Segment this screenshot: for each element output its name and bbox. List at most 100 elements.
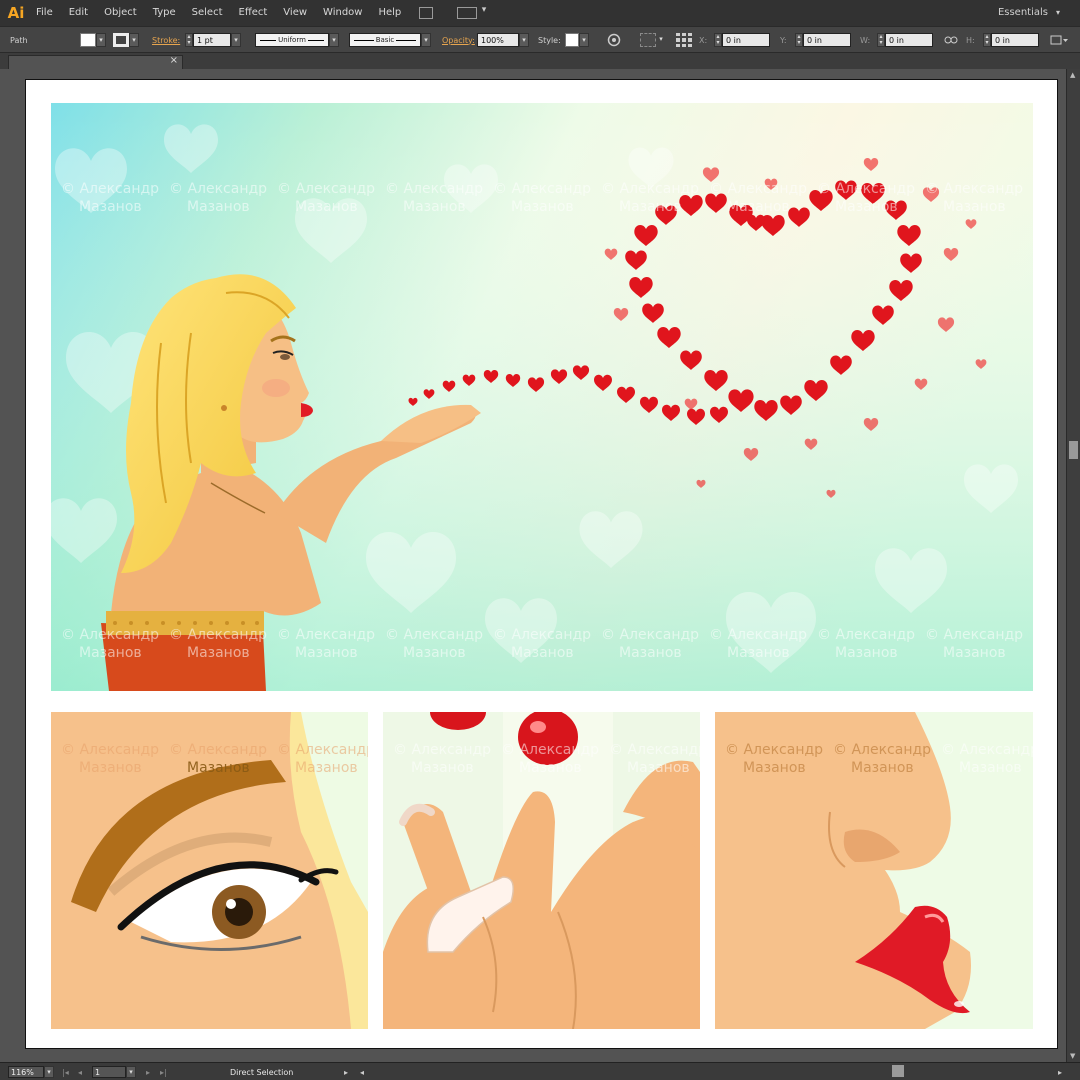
style-control[interactable]: ▾ <box>565 32 589 48</box>
watermark: © Александр <box>817 181 915 197</box>
menu-type[interactable]: Type <box>145 0 184 26</box>
watermark: Мазанов <box>295 199 358 215</box>
scroll-up-icon[interactable]: ▲ <box>1070 71 1075 79</box>
stroke-color-control[interactable]: ▾ <box>113 32 139 48</box>
chevron-down-icon[interactable]: ▾ <box>44 1066 54 1078</box>
brush-definition[interactable]: Basic ▾ <box>349 32 431 48</box>
chevron-down-icon[interactable]: ▾ <box>129 33 139 47</box>
stroke-panel-link[interactable]: Stroke: <box>152 36 180 45</box>
menu-view[interactable]: View <box>275 0 315 26</box>
menu-object[interactable]: Object <box>96 0 145 26</box>
artboard-number-input[interactable]: 1 <box>92 1066 126 1078</box>
artboard-last-icon[interactable]: ▸| <box>160 1066 167 1078</box>
watermark: © Александр <box>493 181 591 197</box>
scroll-right-icon[interactable]: ▸ <box>1058 1066 1062 1078</box>
reference-point-icon[interactable] <box>676 32 692 48</box>
width-control[interactable]: ▴ ▾ 0 in <box>877 32 933 48</box>
stepper-icon[interactable]: ▴ ▾ <box>877 33 885 47</box>
y-input[interactable]: 0 in <box>803 33 851 47</box>
fill-control[interactable]: ▾ <box>80 32 106 48</box>
vertical-scrollbar[interactable]: ▲ ▼ <box>1066 69 1080 1062</box>
align-to-icon[interactable]: ▾ <box>640 32 666 48</box>
menu-edit[interactable]: Edit <box>61 0 96 26</box>
watermark: © Александр <box>61 742 159 758</box>
scroll-left-icon[interactable]: ◂ <box>360 1066 364 1078</box>
menu-file[interactable]: File <box>28 0 61 26</box>
transform-options-icon[interactable] <box>1050 32 1070 48</box>
constrain-proportions-icon[interactable] <box>944 32 958 48</box>
watermark: Мазанов <box>187 760 250 776</box>
menu-effect[interactable]: Effect <box>231 0 276 26</box>
x-control[interactable]: ▴ ▾ 0 in <box>714 32 770 48</box>
zoom-input[interactable]: 116% <box>8 1066 44 1078</box>
zoom-control[interactable]: 116% ▾ <box>8 1066 54 1078</box>
watermark: © Александр <box>61 181 159 197</box>
menu-window[interactable]: Window <box>315 0 370 26</box>
detail-hand[interactable]: © Александр © Александр © Александр Маза… <box>383 712 700 1029</box>
width-input[interactable]: 0 in <box>885 33 933 47</box>
scroll-thumb[interactable] <box>1069 441 1078 459</box>
stepper-icon[interactable]: ▴ ▾ <box>983 33 991 47</box>
lips-closeup: © Александр © Александр © Александр Маза… <box>715 712 1033 1029</box>
recolor-artwork-icon[interactable] <box>607 32 621 48</box>
graphic-style-swatch[interactable] <box>565 33 579 47</box>
stepper-icon[interactable]: ▴ ▾ <box>185 33 193 47</box>
x-input[interactable]: 0 in <box>722 33 770 47</box>
watermark: © Александр <box>277 181 375 197</box>
chevron-down-icon[interactable]: ▾ <box>96 33 106 47</box>
menu-bar: Ai File Edit Object Type Select Effect V… <box>0 0 1080 26</box>
chevron-down-icon[interactable]: ▾ <box>656 33 666 47</box>
artboard-next-icon[interactable]: ▸ <box>146 1066 150 1078</box>
y-control[interactable]: ▴ ▾ 0 in <box>795 32 851 48</box>
bridge-icon[interactable] <box>419 7 434 19</box>
variable-width-profile[interactable]: Uniform ▾ <box>255 32 339 48</box>
status-menu-icon[interactable]: ▸ <box>344 1066 348 1078</box>
opacity-control[interactable]: 100% ▾ <box>477 32 529 48</box>
stroke-weight-input[interactable]: 1 pt <box>193 33 231 47</box>
opacity-panel-link[interactable]: Opacity: <box>442 36 475 45</box>
document-tab[interactable]: × <box>8 55 183 69</box>
main-illustration[interactable]: © Александр © Александр © Александр © Ал… <box>51 103 1033 691</box>
watermark: © Александр <box>393 742 491 758</box>
arrange-documents-icon[interactable] <box>457 5 486 19</box>
chevron-down-icon[interactable]: ▾ <box>519 33 529 47</box>
chevron-down-icon[interactable]: ▾ <box>329 33 339 47</box>
stroke-weight-control[interactable]: ▴ ▾ 1 pt ▾ <box>185 32 241 48</box>
style-label: Style: <box>538 35 561 45</box>
detail-lips[interactable]: © Александр © Александр © Александр Маза… <box>715 712 1033 1029</box>
document-tab-strip: × <box>0 53 1080 69</box>
stepper-icon[interactable]: ▴ ▾ <box>714 33 722 47</box>
stroke-swatch[interactable] <box>113 33 129 47</box>
chevron-down-icon[interactable]: ▾ <box>579 33 589 47</box>
watermark: Мазанов <box>511 645 574 661</box>
height-input[interactable]: 0 in <box>991 33 1039 47</box>
brush-label: Basic <box>373 36 397 44</box>
watermark: © Александр <box>709 181 807 197</box>
watermark: Мазанов <box>727 645 790 661</box>
opacity-input[interactable]: 100% <box>477 33 519 47</box>
horizontal-scroll-thumb[interactable] <box>892 1065 904 1077</box>
watermark: Мазанов <box>835 199 898 215</box>
artboard[interactable]: © Александр © Александр © Александр © Ал… <box>25 79 1058 1049</box>
watermark: © Александр <box>833 742 931 758</box>
watermark: © Александр <box>61 627 159 643</box>
detail-eye[interactable]: © Александр © Александр © Александр Маза… <box>51 712 368 1029</box>
menu-help[interactable]: Help <box>370 0 409 26</box>
menu-select[interactable]: Select <box>184 0 231 26</box>
artboard-prev-icon[interactable]: ◂ <box>78 1066 82 1078</box>
watermark: Мазанов <box>627 760 690 776</box>
close-icon[interactable]: × <box>170 55 178 66</box>
scroll-down-icon[interactable]: ▼ <box>1070 1052 1075 1060</box>
artboard-first-icon[interactable]: |◂ <box>62 1066 69 1078</box>
workspace-switcher[interactable]: Essentials ▾ <box>998 0 1060 26</box>
fill-swatch[interactable] <box>80 33 96 47</box>
height-control[interactable]: ▴ ▾ 0 in <box>983 32 1039 48</box>
watermark: Мазанов <box>403 199 466 215</box>
canvas-area[interactable]: © Александр © Александр © Александр © Ал… <box>0 69 1066 1062</box>
chevron-down-icon[interactable]: ▾ <box>231 33 241 47</box>
chevron-down-icon[interactable]: ▾ <box>421 33 431 47</box>
chevron-down-icon[interactable]: ▾ <box>126 1066 136 1078</box>
w-label: W: <box>860 35 871 45</box>
stepper-icon[interactable]: ▴ ▾ <box>795 33 803 47</box>
artboard-navigator[interactable]: 1 ▾ <box>92 1066 136 1078</box>
